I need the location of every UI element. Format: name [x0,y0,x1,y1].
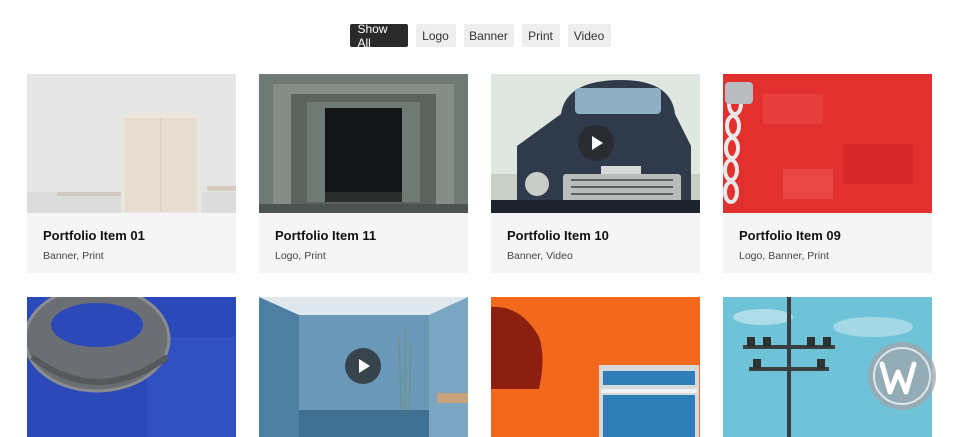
card-title[interactable]: Portfolio Item 10 [507,228,684,243]
card-title[interactable]: Portfolio Item 09 [739,228,916,243]
red-wall-chain-image [723,74,932,213]
card-tags: Logo, Print [275,250,326,262]
play-icon[interactable] [578,125,614,161]
card-caption: Portfolio Item 09 Logo, Banner, Print [723,213,932,273]
card-caption: Portfolio Item 11 Logo, Print [259,213,468,273]
card-tags: Banner, Video [507,250,573,262]
tire-blue-image [27,297,236,437]
portfolio-thumbnail[interactable] [259,297,468,437]
portfolio-card-01[interactable]: Portfolio Item 01 Banner, Print [27,74,236,273]
portfolio-card-row2-1[interactable] [27,297,236,437]
card-title[interactable]: Portfolio Item 11 [275,228,452,243]
card-title[interactable]: Portfolio Item 01 [43,228,220,243]
card-caption: Portfolio Item 01 Banner, Print [27,213,236,273]
card-tags: Banner, Print [43,250,104,262]
portfolio-thumbnail[interactable] [491,74,700,213]
cabinet-room-image [27,74,236,213]
concrete-tunnel-image [259,74,468,213]
portfolio-card-10[interactable]: Portfolio Item 10 Banner, Video [491,74,700,273]
portfolio-thumbnail[interactable] [27,297,236,437]
portfolio-thumbnail[interactable] [259,74,468,213]
play-icon[interactable] [345,348,381,384]
watermark-logo-icon [868,342,936,410]
portfolio-thumbnail[interactable] [491,297,700,437]
card-caption: Portfolio Item 10 Banner, Video [491,213,700,273]
portfolio-card-11[interactable]: Portfolio Item 11 Logo, Print [259,74,468,273]
card-tags: Logo, Banner, Print [739,250,829,262]
portfolio-grid: Portfolio Item 01 Banner, Print Portfoli… [0,0,960,437]
orange-wall-image [491,297,700,437]
portfolio-thumbnail[interactable] [27,74,236,213]
portfolio-card-09[interactable]: Portfolio Item 09 Logo, Banner, Print [723,74,932,273]
portfolio-thumbnail[interactable] [723,74,932,213]
portfolio-card-row2-2[interactable] [259,297,468,437]
portfolio-card-row2-3[interactable] [491,297,700,437]
